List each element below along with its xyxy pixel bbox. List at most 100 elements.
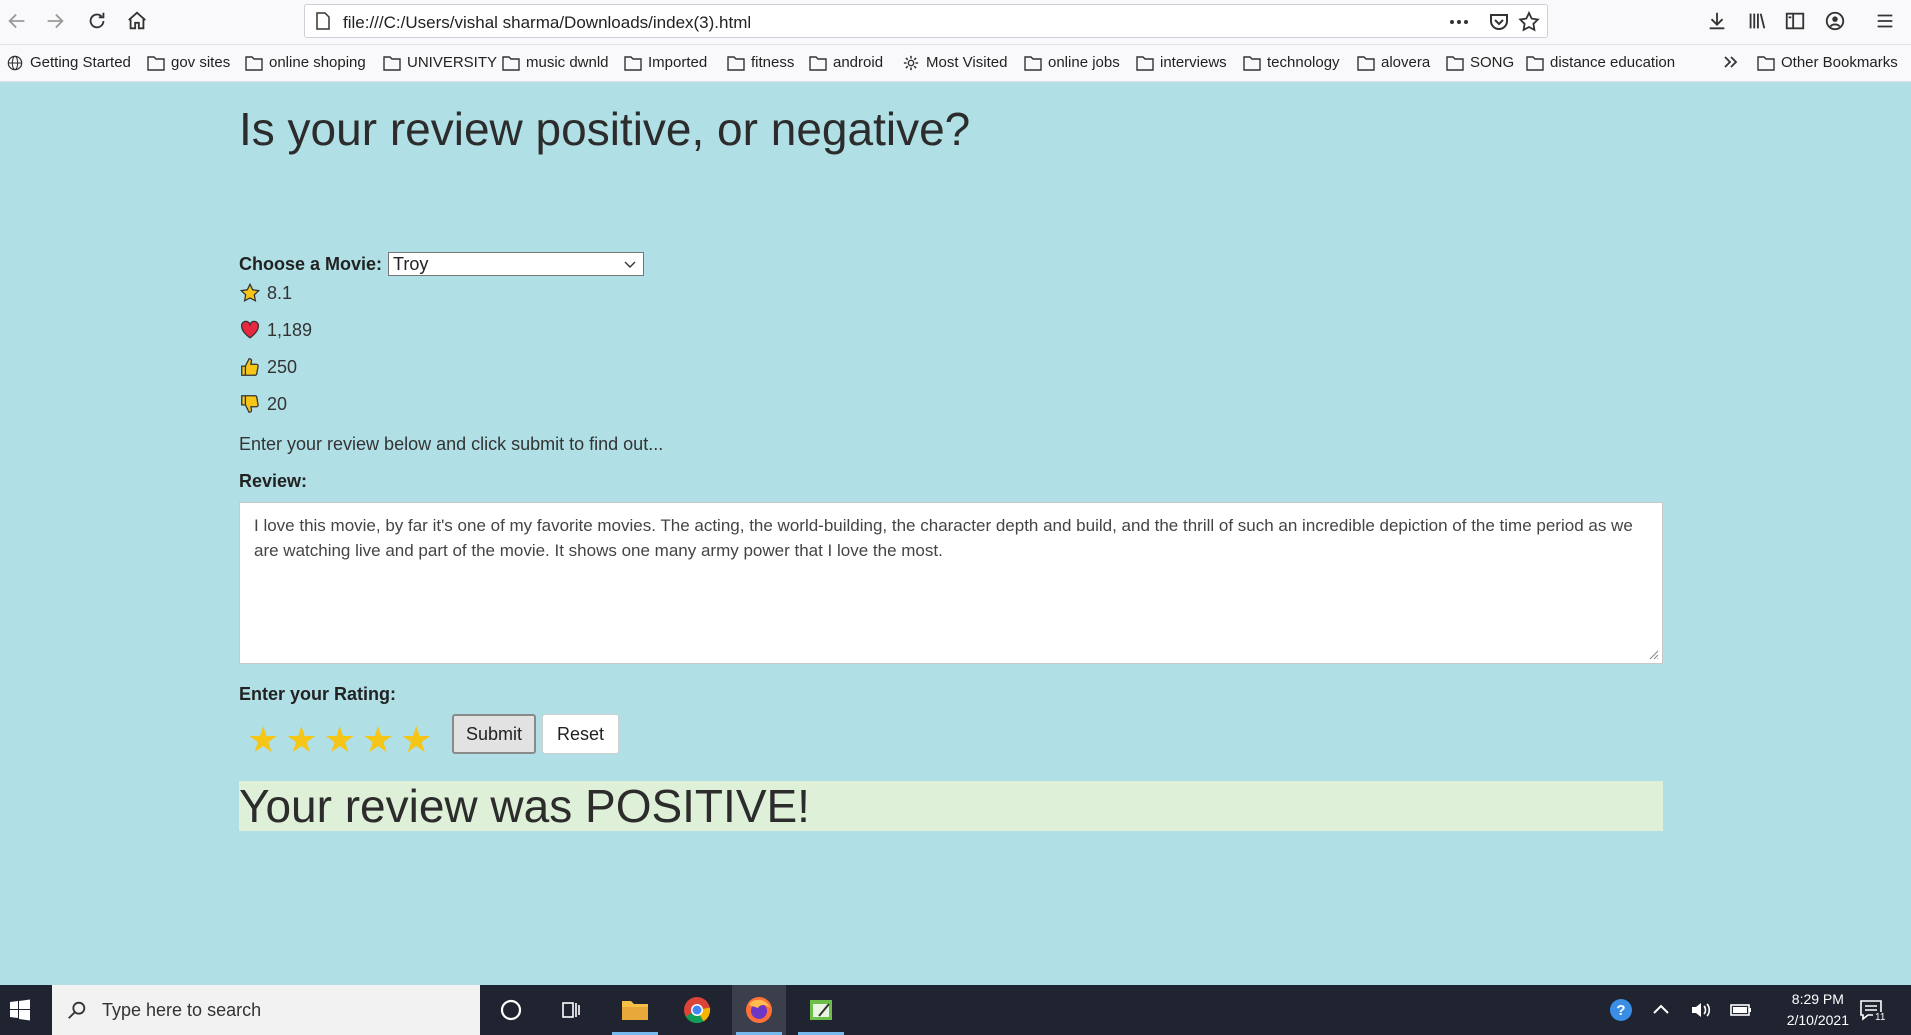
bookmark-other-bookmarks[interactable]: Other Bookmarks	[1757, 54, 1898, 71]
folder-icon	[245, 55, 263, 71]
help-icon[interactable]: ?	[1608, 997, 1634, 1023]
menu-icon[interactable]	[1872, 8, 1898, 34]
windows-taskbar: Type here to search ? 8:29 PM 2/10/2021 …	[0, 985, 1911, 1035]
firefox-icon	[746, 997, 772, 1023]
bookmark-getting-started[interactable]: Getting Started	[6, 54, 131, 71]
url-bar[interactable]: file:///C:/Users/vishal sharma/Downloads…	[304, 4, 1548, 38]
folder-icon	[1757, 55, 1775, 71]
star-icon	[239, 282, 261, 302]
clock-time: 8:29 PM	[1791, 991, 1844, 1007]
search-icon	[68, 1001, 86, 1019]
movie-label: Choose a Movie:	[239, 253, 383, 274]
result-banner: Your review was POSITIVE!	[239, 781, 1663, 831]
page-icon	[316, 12, 330, 30]
page-title: Is your review positive, or negative?	[239, 103, 971, 155]
folder-icon	[147, 55, 165, 71]
folder-icon	[624, 55, 642, 71]
forward-icon[interactable]	[42, 8, 68, 34]
bookmark-online-jobs[interactable]: online jobs	[1024, 54, 1120, 71]
reload-icon[interactable]	[84, 8, 110, 34]
taskbar-search[interactable]: Type here to search	[52, 985, 480, 1035]
system-clock[interactable]: 8:29 PM 2/10/2021	[1787, 989, 1849, 1031]
back-icon[interactable]	[4, 8, 30, 34]
reset-button[interactable]: Reset	[542, 714, 619, 754]
bookmark-technology[interactable]: technology	[1243, 54, 1340, 71]
file-explorer-app[interactable]	[608, 985, 662, 1035]
firefox-app[interactable]	[732, 985, 786, 1035]
bookmark-university[interactable]: UNIVERSITY	[383, 54, 497, 71]
rating-star-icon[interactable]: ★	[324, 720, 356, 760]
battery-icon[interactable]	[1728, 997, 1754, 1023]
movie-selected-value: Troy	[393, 253, 429, 274]
submit-button[interactable]: Submit	[452, 714, 536, 754]
globe-icon	[7, 55, 23, 70]
url-text[interactable]: file:///C:/Users/vishal sharma/Downloads…	[343, 13, 751, 33]
bookmark-music-dwnld[interactable]: music dwnld	[502, 54, 609, 71]
clock-date: 2/10/2021	[1786, 1012, 1849, 1028]
movie-chooser: Choose a Movie: Troy	[239, 252, 645, 276]
movie-select[interactable]: Troy	[388, 252, 645, 276]
folder-icon	[809, 55, 827, 71]
task-view-icon[interactable]	[558, 997, 584, 1023]
thumbs-down-icon	[241, 395, 259, 413]
folder-icon	[1526, 55, 1544, 71]
folder-icon	[383, 55, 401, 71]
folder-icon	[1024, 55, 1042, 71]
folder-icon	[1446, 55, 1464, 71]
gear-icon	[903, 55, 919, 70]
cortana-icon[interactable]	[498, 997, 524, 1023]
rating-stat: 8.1	[239, 282, 292, 304]
review-label: Review:	[239, 471, 308, 491]
bookmark-android[interactable]: android	[809, 54, 883, 71]
volume-icon[interactable]	[1688, 997, 1714, 1023]
account-icon[interactable]	[1822, 8, 1848, 34]
notepad-icon	[810, 1000, 832, 1020]
rating-star-icon[interactable]: ★	[285, 720, 317, 760]
bookmark-star-icon[interactable]	[1517, 10, 1541, 34]
sidebar-icon[interactable]	[1782, 8, 1808, 34]
star-rating[interactable]: ★ ★ ★ ★ ★	[247, 720, 432, 760]
rating-label: Enter your Rating:	[239, 684, 397, 704]
bookmark-online-shoping[interactable]: online shoping	[245, 54, 366, 71]
review-textarea[interactable]: I love this movie, by far it's one of my…	[239, 502, 1663, 664]
bookmark-gov-sites[interactable]: gov sites	[147, 54, 230, 71]
folder-icon	[1357, 55, 1375, 71]
search-placeholder: Type here to search	[102, 999, 262, 1020]
pocket-icon[interactable]	[1487, 10, 1511, 34]
library-icon[interactable]	[1744, 8, 1770, 34]
bookmark-alovera[interactable]: alovera	[1357, 54, 1430, 71]
bookmarks-toolbar: Getting Started gov sites online shoping…	[0, 45, 1911, 82]
resize-grip-icon[interactable]	[1649, 650, 1659, 660]
chevron-down-icon	[624, 261, 636, 268]
likes-stat: 1,189	[239, 319, 312, 341]
home-icon[interactable]	[124, 8, 150, 34]
folder-icon	[622, 1001, 648, 1020]
rating-star-icon[interactable]: ★	[400, 720, 432, 760]
bookmark-fitness[interactable]: fitness	[727, 54, 794, 71]
thumbs-up-stat: 250	[239, 356, 297, 378]
chevron-up-icon[interactable]	[1648, 997, 1674, 1023]
rating-star-icon[interactable]: ★	[362, 720, 394, 760]
folder-icon	[502, 55, 520, 71]
heart-icon	[240, 320, 260, 339]
bookmark-most-visited[interactable]: Most Visited	[902, 54, 1007, 71]
bookmark-distance-education[interactable]: distance education	[1526, 54, 1675, 71]
browser-toolbar: file:///C:/Users/vishal sharma/Downloads…	[0, 0, 1911, 45]
bookmark-interviews[interactable]: interviews	[1136, 54, 1227, 71]
bookmarks-overflow-chevron-icon[interactable]	[1722, 54, 1740, 70]
windows-start-icon[interactable]	[8, 998, 32, 1022]
folder-icon	[727, 55, 745, 71]
thumbs-down-stat: 20	[239, 393, 287, 415]
downloads-icon[interactable]	[1704, 8, 1730, 34]
bookmark-imported[interactable]: Imported	[624, 54, 707, 71]
thumbs-up-icon	[241, 358, 259, 376]
svg-text:?: ?	[1616, 1002, 1625, 1019]
chrome-app[interactable]	[670, 985, 724, 1035]
notification-count: 11	[1873, 1012, 1888, 1023]
bookmark-song[interactable]: SONG	[1446, 54, 1514, 71]
notepad-app[interactable]	[794, 985, 848, 1035]
more-options-icon[interactable]	[1447, 10, 1471, 34]
chrome-icon	[684, 997, 711, 1024]
intro-text: Enter your review below and click submit…	[239, 434, 664, 454]
rating-star-icon[interactable]: ★	[247, 720, 279, 760]
